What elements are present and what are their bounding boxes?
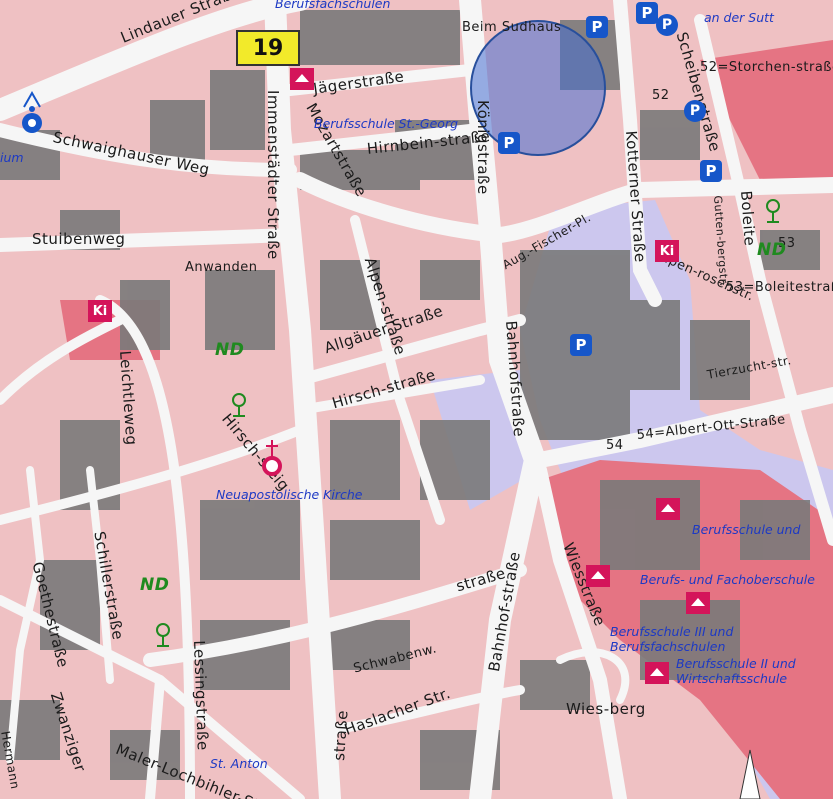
street-label: Beim Sudhaus [462,20,562,35]
facility-label: Berufs- und Fachoberschule [640,572,815,587]
street-label: Lessingstraße [190,640,212,751]
school-icon[interactable] [656,498,680,520]
school-icon[interactable] [290,68,314,90]
church-icon[interactable] [260,438,284,478]
facility-label: ium [0,150,24,165]
street-label: Wies-berg [566,700,646,718]
parking-icon[interactable]: P [700,160,722,182]
nature-monument-label: ND [215,340,245,360]
tree-icon [766,199,780,223]
facility-label: Berufsfachschulen [275,0,391,11]
street-label: Königstraße [474,100,492,195]
facility-label: Berufsschule II und Wirtschaftsschule [676,656,796,686]
kindergarten-icon[interactable]: Ki [88,300,112,322]
nature-monument-label: ND [757,240,787,260]
parking-icon[interactable]: P [656,14,678,36]
kindergarten-icon[interactable]: Ki [655,240,679,262]
street-label: straße [330,709,352,762]
nature-monument-label: ND [140,575,170,595]
school-icon[interactable] [645,662,669,684]
tree-icon [156,623,170,647]
street-label: Immenstädter Straße [264,90,282,260]
facility-label: Berufsschule III und Berufsfachschulen [610,624,734,654]
facility-label: St. Anton [210,756,268,771]
facility-label: Berufsschule und [692,522,801,537]
street-label: Anwanden [185,260,258,275]
parking-icon[interactable]: P [586,16,608,38]
facility-label: Berufsschule St.-Georg [314,116,459,131]
school-icon[interactable] [586,565,610,587]
street-label: 53=Boleitestraße [726,280,833,295]
parking-icon[interactable]: P [498,132,520,154]
street-label: Stuibenweg [32,230,126,248]
parking-icon[interactable]: P [570,334,592,356]
fountain-icon[interactable] [18,85,46,135]
street-label: 54 [606,438,624,453]
street-label: 52=Storchen-straße [700,60,833,75]
parking-icon[interactable]: P [684,100,706,122]
street-label: 52 [652,88,670,103]
parking-icon[interactable]: P [636,2,658,24]
route-badge[interactable]: 19 [236,30,300,66]
facility-label: Neuapostolische Kirche [216,487,363,502]
school-icon[interactable] [686,592,710,614]
facility-label: an der Sutt [704,10,774,25]
tree-icon [232,393,246,417]
topographic-map[interactable]: 19 Lindauer Straße Jägerstraße Hirnbein-… [0,0,833,799]
street-label: Boleite [737,190,759,247]
